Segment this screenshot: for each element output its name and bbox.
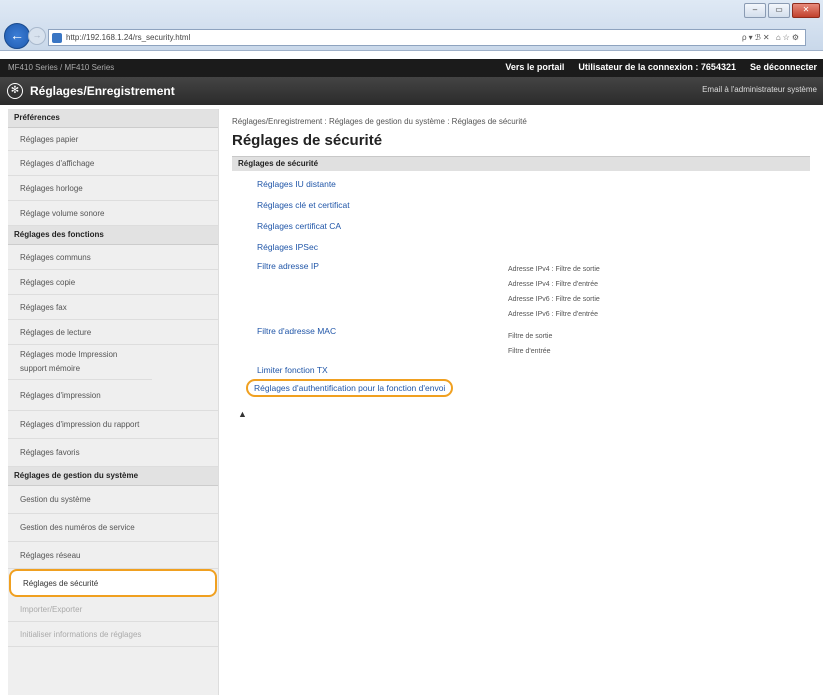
back-button[interactable]: ←: [4, 23, 30, 49]
user-label: Utilisateur de la connexion : 7654321: [578, 62, 736, 72]
ip-filter-option[interactable]: Adresse IPv6 : Filtre de sortie: [508, 292, 600, 307]
sidebar-item-common[interactable]: Réglages communs: [8, 245, 218, 270]
device-name: MF410 Series / MF410 Series: [8, 63, 115, 72]
sidebar-item-favorites[interactable]: Réglages favoris: [8, 439, 218, 467]
sidebar-section-preferences: Préférences: [8, 109, 218, 128]
sidebar-item-memory-print[interactable]: Réglages mode Impression support mémoire: [8, 345, 152, 380]
link-ip-filter[interactable]: Filtre adresse IP: [257, 261, 319, 271]
link-key-certificate[interactable]: Réglages clé et certificat: [257, 200, 350, 210]
sidebar-section-system: Réglages de gestion du système: [8, 467, 218, 486]
admin-mail-link[interactable]: Email à l'administrateur système: [702, 85, 817, 94]
sidebar-item-clock[interactable]: Réglages horloge: [8, 176, 218, 201]
ip-filter-option[interactable]: Adresse IPv4 : Filtre de sortie: [508, 262, 600, 277]
sidebar-item-copy[interactable]: Réglages copie: [8, 270, 218, 295]
sidebar-item-system-management[interactable]: Gestion du système: [8, 486, 218, 514]
portal-link[interactable]: Vers le portail: [505, 62, 564, 72]
maximize-icon[interactable]: ▭: [768, 3, 790, 18]
logout-link[interactable]: Se déconnecter: [750, 62, 817, 72]
settings-list: Réglages IU distante Réglages clé et cer…: [232, 171, 810, 541]
top-bar: MF410 Series / MF410 Series Vers le port…: [0, 59, 823, 77]
window-controls: ‒ ▭ ✕: [744, 3, 820, 18]
sidebar-item-volume[interactable]: Réglage volume sonore: [8, 201, 218, 226]
sidebar: Préférences Réglages papier Réglages d'a…: [8, 109, 219, 695]
breadcrumb: Réglages/Enregistrement : Réglages de ge…: [232, 117, 527, 126]
title-bar: ✻ Réglages/Enregistrement Email à l'admi…: [0, 77, 823, 105]
back-to-top-icon[interactable]: ▲: [238, 409, 247, 419]
mac-filter-option[interactable]: Filtre de sortie: [508, 329, 552, 344]
url-text[interactable]: http://192.168.1.24/rs_security.html: [66, 33, 190, 42]
forward-button[interactable]: →: [28, 27, 46, 45]
sidebar-item-import-export[interactable]: Importer/Exporter: [8, 597, 218, 622]
sidebar-item-department-id[interactable]: Gestion des numéros de service: [8, 514, 218, 542]
browser-chrome: ‒ ▭ ✕ ← → http://192.168.1.24/rs_securit…: [0, 0, 823, 51]
ip-filter-option[interactable]: Adresse IPv6 : Filtre d'entrée: [508, 307, 600, 322]
sidebar-item-initialize[interactable]: Initialiser informations de réglages: [8, 622, 218, 647]
settings-logo-icon: ✻: [7, 83, 23, 99]
sidebar-item-display[interactable]: Réglages d'affichage: [8, 151, 218, 176]
sidebar-item-print[interactable]: Réglages d'impression: [8, 380, 218, 411]
ip-filter-options: Adresse IPv4 : Filtre de sortie Adresse …: [508, 262, 600, 322]
user-id: 7654321: [700, 62, 736, 72]
favicon-icon: [52, 32, 62, 43]
sidebar-item-report-print[interactable]: Réglages d'impression du rapport: [8, 411, 218, 439]
address-tools[interactable]: ρ▾ℬ✕ ⌂☆⚙: [742, 33, 801, 42]
sidebar-item-security[interactable]: Réglages de sécurité: [9, 569, 217, 597]
minimize-icon[interactable]: ‒: [744, 3, 766, 18]
app-title: Réglages/Enregistrement: [30, 84, 175, 98]
sidebar-item-scan[interactable]: Réglages de lecture: [8, 320, 218, 345]
link-mac-filter[interactable]: Filtre d'adresse MAC: [257, 326, 336, 336]
link-limit-tx[interactable]: Limiter fonction TX: [257, 365, 328, 375]
main-content: Réglages/Enregistrement : Réglages de ge…: [232, 117, 810, 541]
sidebar-item-fax[interactable]: Réglages fax: [8, 295, 218, 320]
sidebar-item-network[interactable]: Réglages réseau: [8, 542, 218, 569]
link-remote-ui[interactable]: Réglages IU distante: [257, 179, 336, 189]
sidebar-section-functions: Réglages des fonctions: [8, 226, 218, 245]
mac-filter-options: Filtre de sortie Filtre d'entrée: [508, 329, 552, 359]
link-ipsec[interactable]: Réglages IPSec: [257, 242, 318, 252]
close-icon[interactable]: ✕: [792, 3, 820, 18]
sidebar-item-paper[interactable]: Réglages papier: [8, 128, 218, 151]
link-send-authentication[interactable]: Réglages d'authentification pour la fonc…: [245, 379, 454, 397]
ip-filter-option[interactable]: Adresse IPv4 : Filtre d'entrée: [508, 277, 600, 292]
mac-filter-option[interactable]: Filtre d'entrée: [508, 344, 552, 359]
address-bar[interactable]: http://192.168.1.24/rs_security.html ρ▾ℬ…: [48, 29, 806, 46]
link-ca-certificate[interactable]: Réglages certificat CA: [257, 221, 341, 231]
page-title: Réglages de sécurité: [232, 132, 383, 149]
section-header: Réglages de sécurité: [232, 156, 810, 171]
